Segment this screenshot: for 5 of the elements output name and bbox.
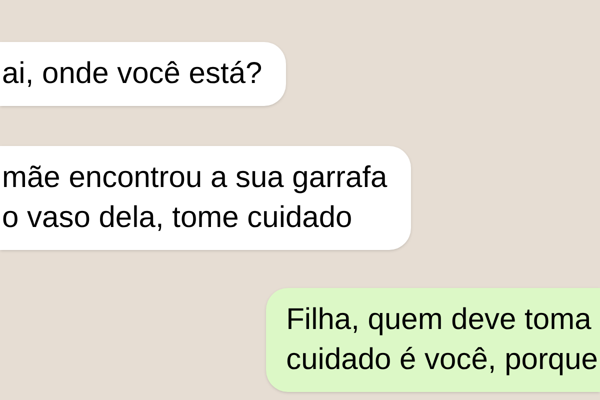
- message-text: Filha, quem deve toma: [286, 302, 592, 338]
- message-text: o vaso dela, tome cuidado: [2, 200, 354, 236]
- message-text: mãe encontrou a sua garrafa: [2, 160, 388, 196]
- message-text: cuidado é você, porque: [286, 342, 598, 378]
- message-text: ai, onde você está?: [2, 56, 262, 92]
